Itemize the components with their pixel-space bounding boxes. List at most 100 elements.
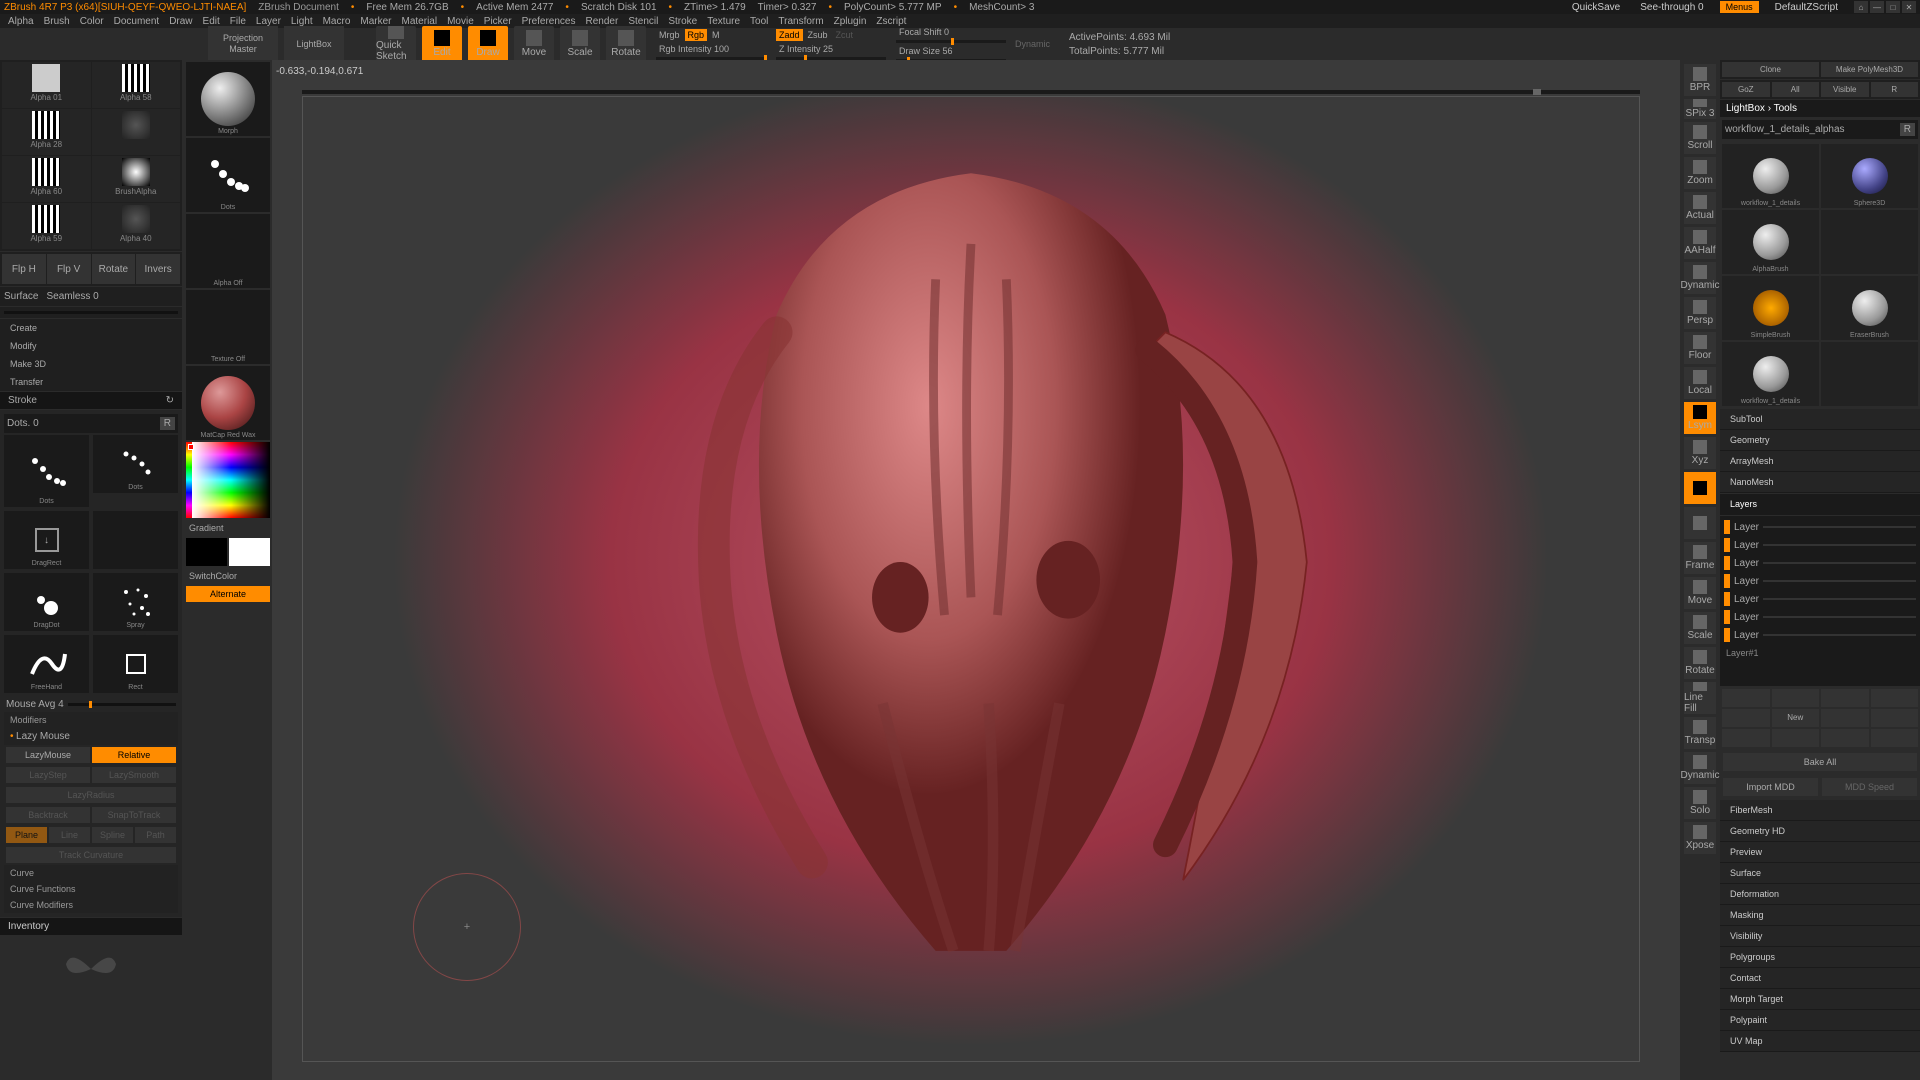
home-icon[interactable]: ⌂ [1854, 1, 1868, 13]
menu-macro[interactable]: Macro [323, 16, 351, 27]
swatch-white[interactable] [229, 538, 270, 566]
texture-off-thumb[interactable]: Texture Off [186, 290, 270, 364]
tool-1[interactable]: Sphere3D [1821, 144, 1918, 208]
section-deformation[interactable]: Deformation [1720, 884, 1920, 905]
menu-zscript[interactable]: Zscript [876, 16, 906, 27]
stroke-rect[interactable]: Rect [93, 635, 178, 693]
menu-color[interactable]: Color [80, 16, 104, 27]
morph-thumb[interactable]: Morph [186, 62, 270, 136]
rp-visible[interactable]: Visible [1821, 82, 1869, 97]
rp-all[interactable]: All [1772, 82, 1820, 97]
section-morph-target[interactable]: Morph Target [1720, 989, 1920, 1010]
mouseavg-slider[interactable] [68, 703, 176, 706]
dots-thumb[interactable]: Dots [186, 138, 270, 212]
alpha-4[interactable]: Alpha 60 [2, 156, 91, 202]
stroke-spray[interactable]: Spray [93, 573, 178, 631]
rgb-button[interactable]: Rgb [685, 29, 708, 41]
gradient-label[interactable]: Gradient [186, 520, 270, 536]
curvemod-header[interactable]: Curve Modifiers [4, 897, 178, 913]
matcap-thumb[interactable]: MatCap Red Wax [186, 366, 270, 440]
draw-button[interactable]: Draw [468, 26, 508, 62]
section-polypaint[interactable]: Polypaint [1720, 1010, 1920, 1031]
minimize-icon[interactable]: — [1870, 1, 1884, 13]
rtray-actual[interactable]: Actual [1684, 192, 1716, 224]
menu-tool[interactable]: Tool [750, 16, 768, 27]
close-icon[interactable]: ✕ [1902, 1, 1916, 13]
rtray-rotate[interactable]: Rotate [1684, 647, 1716, 679]
tool-6[interactable]: workflow_1_details [1722, 342, 1819, 406]
stroke-dragrect[interactable]: ↓ DragRect [4, 511, 89, 569]
stroke-dots-small[interactable]: Dots [93, 435, 178, 493]
section-contact[interactable]: Contact [1720, 968, 1920, 989]
stroke-freehand[interactable]: FreeHand [4, 635, 89, 693]
rtray-xpose[interactable]: Xpose [1684, 822, 1716, 854]
mrgb-button[interactable]: Mrgb [656, 29, 683, 41]
leftmenu-create[interactable]: Create [0, 319, 182, 337]
menu-alpha[interactable]: Alpha [8, 16, 34, 27]
section-geometry[interactable]: Geometry [1720, 430, 1920, 451]
rgb-intensity-label[interactable]: Rgb Intensity 100 [656, 43, 766, 55]
leftmenu-transfer[interactable]: Transfer [0, 373, 182, 391]
leftmenu-make-3d[interactable]: Make 3D [0, 355, 182, 373]
rtray-local[interactable]: Local [1684, 367, 1716, 399]
menu-movie[interactable]: Movie [447, 16, 474, 27]
quicksave-button[interactable]: QuickSave [1568, 1, 1624, 14]
makepoly-button[interactable]: Make PolyMesh3D [1821, 62, 1918, 77]
rtray-spix-3[interactable]: SPix 3 [1684, 99, 1716, 119]
seamless-label[interactable]: Seamless 0 [46, 291, 98, 302]
z-intensity-label[interactable]: Z Intensity 25 [776, 43, 886, 55]
section-polygroups[interactable]: Polygroups [1720, 947, 1920, 968]
quicksketch-button[interactable]: Quick Sketch [376, 26, 416, 62]
seamless-slider[interactable] [4, 311, 178, 314]
tool-palette[interactable]: workflow_1_detailsSphere3DAlphaBrushSimp… [1720, 142, 1920, 408]
timeline-scrubber[interactable] [302, 90, 1640, 94]
section-visibility[interactable]: Visibility [1720, 926, 1920, 947]
rtray-line-fill[interactable]: Line Fill [1684, 682, 1716, 714]
rtray-transp[interactable]: Transp [1684, 717, 1716, 749]
drawsize-label[interactable]: Draw Size 56 [896, 45, 1006, 57]
leftmenu-modify[interactable]: Modify [0, 337, 182, 355]
section-masking[interactable]: Masking [1720, 905, 1920, 926]
move-button[interactable]: Move [514, 26, 554, 62]
tool-5[interactable]: EraserBrush [1821, 276, 1918, 340]
menus-button[interactable]: Menus [1720, 1, 1759, 13]
seethrough-slider[interactable]: See-through 0 [1636, 1, 1707, 14]
menu-document[interactable]: Document [114, 16, 160, 27]
rtray-aahalf[interactable]: AAHalf [1684, 227, 1716, 259]
modifiers-header[interactable]: Modifiers [4, 712, 178, 728]
rtray-scroll[interactable]: Scroll [1684, 122, 1716, 154]
rotate-button[interactable]: Rotate [92, 254, 136, 284]
rtray-dynamic[interactable]: Dynamic [1684, 752, 1716, 784]
projection-master-button[interactable]: Projection Master [208, 26, 278, 62]
swatch-black[interactable] [186, 538, 227, 566]
refresh-icon[interactable]: ↻ [166, 395, 174, 406]
alpha-2[interactable]: Alpha 28 [2, 109, 91, 155]
rtray-move[interactable]: Move [1684, 577, 1716, 609]
importmdd-button[interactable]: Import MDD [1723, 778, 1818, 796]
alpha-1[interactable]: Alpha 58 [92, 62, 181, 108]
zsub-button[interactable]: Zsub [805, 29, 831, 41]
color-picker[interactable] [186, 442, 270, 518]
menu-marker[interactable]: Marker [360, 16, 391, 27]
tool-0[interactable]: workflow_1_details [1722, 144, 1819, 208]
section-preview[interactable]: Preview [1720, 842, 1920, 863]
rtray-btn13[interactable] [1684, 507, 1716, 539]
lightbox-tools-header[interactable]: LightBox › Tools [1720, 100, 1920, 117]
menu-file[interactable]: File [230, 16, 246, 27]
maximize-icon[interactable]: □ [1886, 1, 1900, 13]
rtray-solo[interactable]: Solo [1684, 787, 1716, 819]
tool-2[interactable]: AlphaBrush [1722, 210, 1819, 274]
zadd-button[interactable]: Zadd [776, 29, 803, 41]
alpha-5[interactable]: BrushAlpha [92, 156, 181, 202]
rtray-xyz[interactable]: Xyz [1684, 437, 1716, 469]
tool-4[interactable]: SimpleBrush [1722, 276, 1819, 340]
rtray-scale[interactable]: Scale [1684, 612, 1716, 644]
tool-7[interactable] [1821, 342, 1918, 406]
rtray-lsym[interactable]: Lsym [1684, 402, 1716, 434]
layers-list[interactable]: Layer Layer Layer Layer Layer Layer Laye… [1720, 516, 1920, 686]
lazymouse-header[interactable]: • Lazy Mouse [4, 728, 178, 745]
mouseavg-label[interactable]: Mouse Avg 4 [6, 699, 64, 710]
rp-r[interactable]: R [1871, 82, 1919, 97]
rtray-dynamic[interactable]: Dynamic [1684, 262, 1716, 294]
alpha-off-thumb[interactable]: Alpha Off [186, 214, 270, 288]
